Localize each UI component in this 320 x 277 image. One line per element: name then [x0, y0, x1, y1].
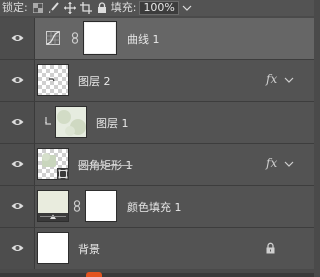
clipping-mask-arrow-icon	[45, 117, 51, 125]
layer-row-color-fill-1[interactable]: 颜色填充 1	[0, 186, 314, 227]
mask-link-chain-icon[interactable]	[73, 200, 81, 212]
visibility-column[interactable]	[0, 18, 34, 59]
layer-row-curves[interactable]: 曲线 1	[0, 18, 314, 59]
layer-mask-thumbnail[interactable]	[85, 190, 117, 222]
vector-shape-layer-icon	[57, 168, 69, 180]
fill-value-input[interactable]: 100%	[139, 1, 179, 15]
eye-icon[interactable]	[11, 243, 24, 253]
layers-lock-toolbar: 锁定: 填充: 100%	[0, 0, 314, 16]
layer-row-layer-1[interactable]: 图层 1	[0, 102, 314, 143]
visibility-column[interactable]	[0, 228, 34, 269]
visibility-column[interactable]	[0, 144, 34, 185]
layer-name[interactable]: 曲线 1	[127, 31, 160, 47]
layer-thumbnail[interactable]	[37, 232, 69, 264]
lock-all-padlock-icon[interactable]	[96, 2, 108, 14]
lock-image-pixels-brush-icon[interactable]	[48, 2, 60, 14]
visibility-column[interactable]	[0, 102, 34, 143]
eye-icon[interactable]	[11, 117, 24, 127]
fill-color-thumbnail[interactable]	[37, 190, 69, 222]
mask-link-chain-icon[interactable]	[71, 32, 79, 44]
fill-dropdown-chevron-icon[interactable]	[182, 2, 194, 14]
lock-transparent-pixels-icon[interactable]	[32, 2, 44, 14]
layers-list: 曲线 1 图层 2 fx 图层 1 圆角矩形 1 fx 颜色填充 1 背景	[0, 17, 314, 277]
eye-icon[interactable]	[11, 159, 24, 169]
lock-label: 锁定:	[2, 1, 28, 14]
eye-icon[interactable]	[11, 75, 24, 85]
layer-effects-fx-icon[interactable]: fx	[266, 156, 277, 170]
layer-locked-padlock-icon	[266, 242, 275, 254]
curves-adjustment-icon	[46, 31, 60, 45]
layer-name[interactable]: 颜色填充 1	[127, 199, 182, 215]
layer-row-rounded-rectangle-1[interactable]: 圆角矩形 1 fx	[0, 144, 314, 185]
layer-name[interactable]: 圆角矩形 1	[78, 157, 133, 173]
accent-marker	[86, 272, 102, 277]
fill-layer-badge-icon	[38, 213, 68, 221]
layer-name[interactable]: 图层 2	[78, 73, 111, 89]
layer-row-background[interactable]: 背景	[0, 228, 314, 269]
layer-thumbnail[interactable]	[55, 106, 87, 138]
effects-expand-chevron-icon[interactable]	[284, 76, 294, 84]
layer-effects-fx-icon[interactable]: fx	[266, 72, 277, 86]
layer-name[interactable]: 背景	[78, 241, 100, 257]
effects-expand-chevron-icon[interactable]	[284, 160, 294, 168]
layer-thumbnail[interactable]	[37, 148, 69, 180]
layer-mask-thumbnail[interactable]	[84, 22, 116, 54]
eye-icon[interactable]	[11, 33, 24, 43]
eye-icon[interactable]	[11, 201, 24, 211]
fill-label: 填充:	[110, 1, 137, 14]
visibility-column[interactable]	[0, 186, 34, 227]
lock-position-move-icon[interactable]	[63, 2, 76, 14]
layer-thumbnail[interactable]	[37, 64, 69, 96]
layer-row-layer-2[interactable]: 图层 2 fx	[0, 60, 314, 101]
panel-bottom-bar	[0, 273, 314, 277]
layer-name[interactable]: 图层 1	[96, 115, 129, 131]
lock-artboard-icon[interactable]	[79, 2, 92, 14]
visibility-column[interactable]	[0, 60, 34, 101]
